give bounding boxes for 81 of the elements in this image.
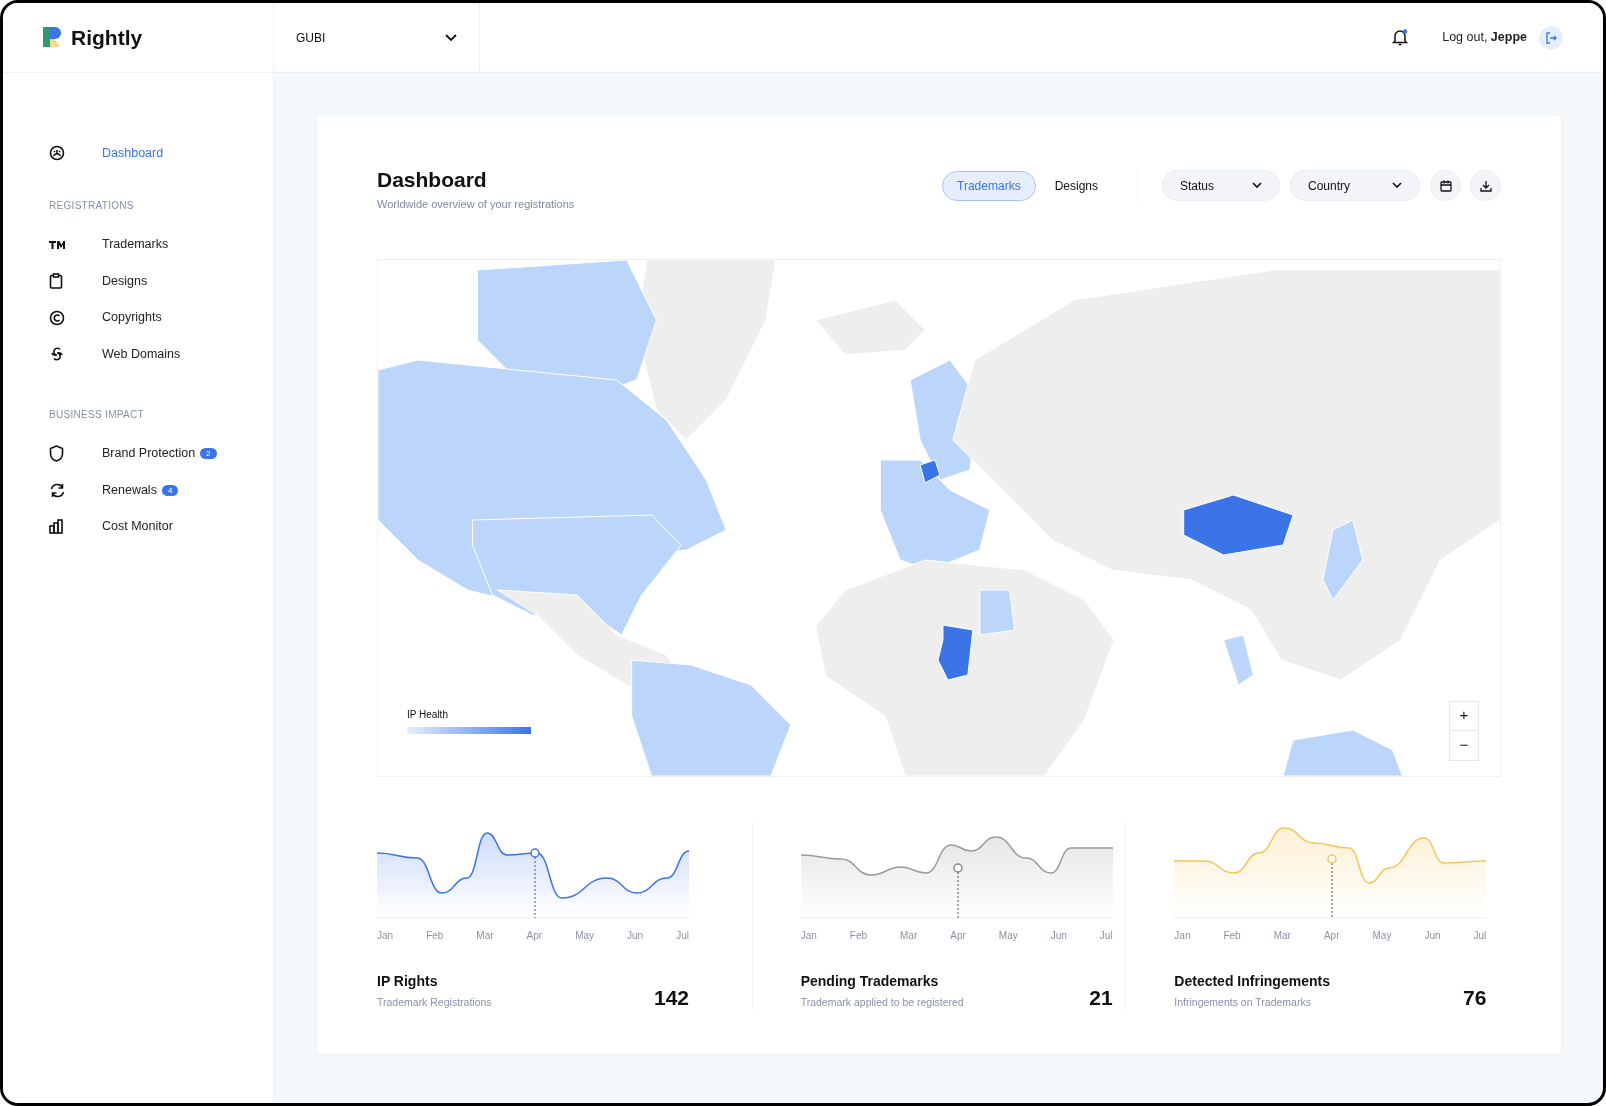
month-label: May <box>998 928 1018 943</box>
trademark-icon <box>49 239 65 250</box>
stat-value: 21 <box>1089 986 1113 1011</box>
logo-icon <box>43 26 63 49</box>
month-label: Apr <box>1323 928 1340 943</box>
brand-name: Rightly <box>71 24 143 51</box>
stat-value: 142 <box>653 986 689 1011</box>
logout-icon <box>1545 31 1557 44</box>
sidebar-label: Web Domains <box>102 345 181 363</box>
download-button[interactable] <box>1470 170 1501 201</box>
sidebar-label: Renewals <box>102 481 157 499</box>
page-subtitle: Worldwide overview of your registrations <box>377 197 575 212</box>
month-label: Jan <box>800 928 817 943</box>
sidebar-label: Designs <box>102 272 148 290</box>
month-label: May <box>1372 928 1392 943</box>
month-label: Feb <box>1223 928 1241 943</box>
stat-title: Detected Infringements <box>1174 971 1330 991</box>
sidebar-item[interactable]: Copyrights <box>49 299 273 336</box>
month-label: Jan <box>377 928 394 943</box>
filter-select[interactable]: Status <box>1162 170 1280 201</box>
logout-link[interactable]: Log out, Jeppe <box>1442 28 1527 47</box>
month-label: Feb <box>426 928 444 943</box>
sidebar-item[interactable]: Brand Protection 2 <box>49 435 273 472</box>
calendar-button[interactable] <box>1430 170 1461 201</box>
sidebar-label: Copyrights <box>102 309 162 327</box>
shield-icon <box>49 445 64 463</box>
calendar-icon <box>1439 179 1452 192</box>
chevron-down-icon <box>445 33 457 42</box>
count-badge: 2 <box>200 448 217 460</box>
logout-button[interactable] <box>1539 25 1563 50</box>
month-label: Jul <box>1473 928 1487 943</box>
download-icon <box>1479 179 1492 192</box>
month-label: May <box>575 928 595 943</box>
copyright-icon <box>49 309 65 326</box>
month-label: Jun <box>1050 928 1067 943</box>
filter-select[interactable]: Country <box>1290 170 1420 201</box>
zoom-in-button[interactable]: + <box>1450 701 1478 731</box>
sidebar-label: Cost Monitor <box>102 518 173 536</box>
stat-subtitle: Infringements on Trademarks <box>1174 994 1312 1010</box>
gauge-icon <box>49 145 65 162</box>
month-label: Mar <box>900 928 918 943</box>
sidebar-item[interactable]: Web Domains <box>49 336 273 373</box>
chevron-down-icon <box>1252 182 1262 189</box>
month-label: Jul <box>676 928 689 943</box>
bar-chart-icon <box>49 519 64 535</box>
month-label: Apr <box>950 928 966 943</box>
stat-title: IP Rights <box>377 971 439 991</box>
stat-subtitle: Trademark Registrations <box>377 994 492 1010</box>
refresh-icon <box>49 482 66 498</box>
sidebar-item[interactable]: Designs <box>49 263 273 300</box>
count-badge: 4 <box>161 484 179 496</box>
view-tab[interactable]: Designs <box>1039 171 1113 201</box>
stat-title: Pending Trademarks <box>800 971 940 991</box>
section-heading: BUSINESS IMPACT <box>49 407 145 422</box>
month-label: Mar <box>476 928 494 943</box>
month-label: Jun <box>627 928 644 943</box>
month-label: Jul <box>1099 928 1113 943</box>
stat-subtitle: Trademark applied to be registered <box>800 994 964 1010</box>
month-label: Feb <box>849 928 867 943</box>
link-icon <box>49 346 65 363</box>
sidebar-label: Brand Protection <box>102 445 196 463</box>
clipboard-icon <box>49 273 63 290</box>
section-heading: REGISTRATIONS <box>49 198 135 213</box>
month-label: Apr <box>526 928 543 943</box>
notification-bell-icon[interactable] <box>1392 29 1409 46</box>
stat-value: 76 <box>1462 986 1487 1011</box>
chevron-down-icon <box>1392 182 1402 189</box>
month-label: Jun <box>1424 928 1441 943</box>
page-title: Dashboard <box>377 167 488 193</box>
sidebar-item[interactable]: Cost Monitor <box>49 508 273 545</box>
sidebar-item[interactable]: Trademarks <box>49 226 273 263</box>
sidebar-label: Trademarks <box>102 236 169 254</box>
month-label: Mar <box>1273 928 1291 943</box>
sidebar-item[interactable]: Renewals 4 <box>49 472 273 509</box>
company-select[interactable]: GUBI <box>274 3 480 72</box>
zoom-out-button[interactable]: − <box>1450 730 1478 760</box>
sidebar-label: Dashboard <box>102 144 164 162</box>
sidebar-item[interactable]: Dashboard <box>49 135 273 172</box>
month-label: Jan <box>1174 928 1191 943</box>
legend-title: IP Health <box>407 707 449 722</box>
view-tab[interactable]: Trademarks <box>942 171 1036 201</box>
